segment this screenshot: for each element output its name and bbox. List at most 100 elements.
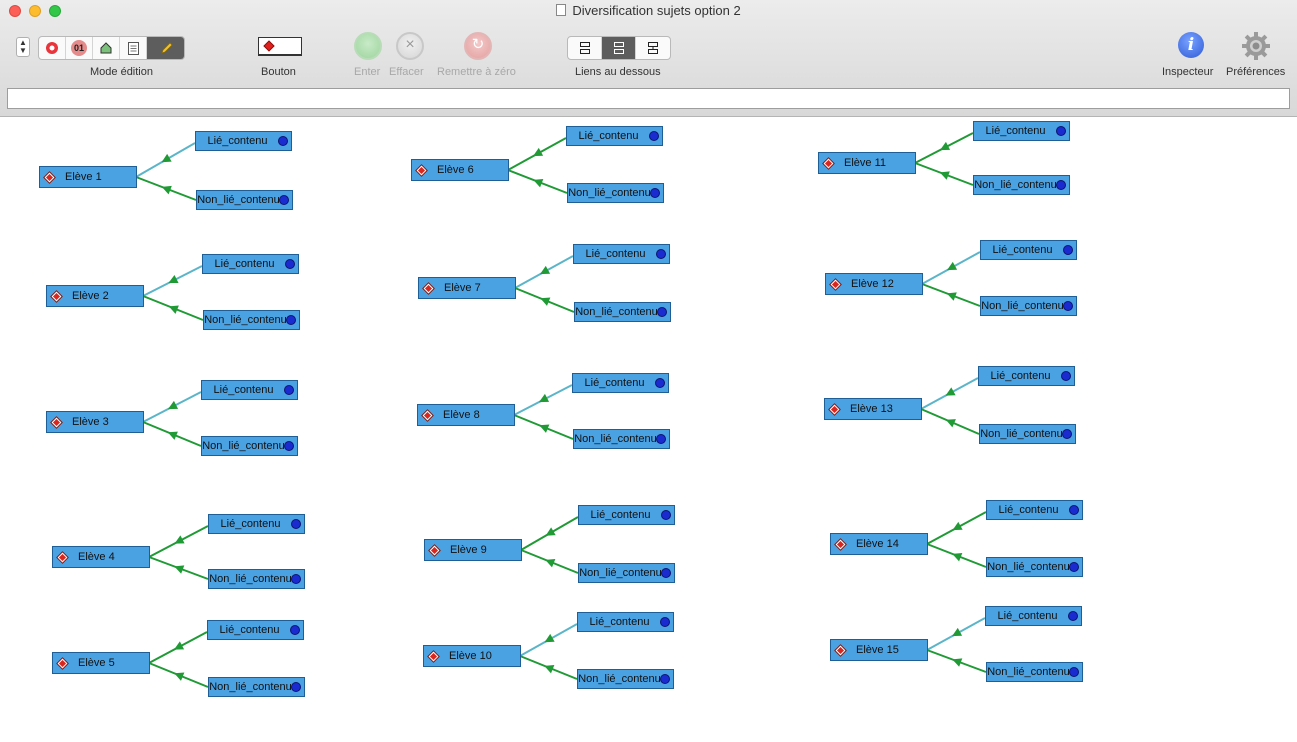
output-dot-icon — [656, 434, 666, 444]
unlinked-content-node[interactable]: Non_lié_contenu — [201, 436, 298, 456]
content-label: Non_lié_contenu — [202, 440, 285, 452]
unlinked-content-node[interactable]: Non_lié_contenu — [203, 310, 300, 330]
linked-content-node[interactable]: Lié_contenu — [201, 380, 298, 400]
output-dot-icon — [649, 131, 659, 141]
student-node[interactable]: Elève 2 — [46, 285, 144, 307]
student-name: Elève 9 — [450, 544, 487, 556]
student-node[interactable]: Elève 6 — [411, 159, 509, 181]
linked-content-node[interactable]: Lié_contenu — [566, 126, 663, 146]
content-label: Non_lié_contenu — [578, 673, 661, 685]
student-node[interactable]: Elève 5 — [52, 652, 150, 674]
linked-content-node[interactable]: Lié_contenu — [986, 500, 1083, 520]
edit-mode-button[interactable] — [147, 37, 184, 59]
student-node[interactable]: Elève 4 — [52, 546, 150, 568]
reset-button[interactable]: ↻ — [464, 32, 492, 60]
diamond-icon — [829, 404, 840, 414]
formula-field[interactable] — [7, 88, 1290, 109]
student-node[interactable]: Elève 14 — [830, 533, 928, 555]
output-dot-icon — [1056, 126, 1066, 136]
output-dot-icon — [655, 378, 665, 388]
unlinked-content-node[interactable]: Non_lié_contenu — [208, 677, 305, 697]
unlinked-content-node[interactable]: Non_lié_contenu — [573, 429, 670, 449]
mode-stepper[interactable]: ▲ ▼ — [16, 37, 30, 57]
linked-content-node[interactable]: Lié_contenu — [573, 244, 670, 264]
record-mode-button[interactable] — [39, 37, 66, 59]
unlinked-content-node[interactable]: Non_lié_contenu — [208, 569, 305, 589]
bouton-label: Bouton — [261, 66, 296, 78]
student-node[interactable]: Elève 10 — [423, 645, 521, 667]
student-node[interactable]: Elève 11 — [818, 152, 916, 174]
diamond-icon — [422, 410, 433, 420]
inspector-label: Inspecteur — [1162, 66, 1214, 78]
output-dot-icon — [278, 136, 288, 146]
mode-segmented-control: 01 — [38, 36, 185, 60]
output-dot-icon — [1069, 667, 1079, 677]
linked-content-node[interactable]: Lié_contenu — [973, 121, 1070, 141]
unlinked-content-node[interactable]: Non_lié_contenu — [578, 563, 675, 583]
unlinked-content-node[interactable]: Non_lié_contenu — [196, 190, 293, 210]
linked-content-node[interactable]: Lié_contenu — [980, 240, 1077, 260]
output-dot-icon — [284, 385, 294, 395]
diamond-icon — [428, 651, 439, 661]
output-dot-icon — [1061, 371, 1071, 381]
unlinked-content-node[interactable]: Non_lié_contenu — [567, 183, 664, 203]
content-label: Non_lié_contenu — [579, 567, 662, 579]
binary-mode-button[interactable]: 01 — [66, 37, 93, 59]
linked-content-node[interactable]: Lié_contenu — [978, 366, 1075, 386]
links-bottom-button[interactable] — [602, 37, 636, 59]
inspector-button[interactable]: i — [1178, 32, 1204, 58]
diamond-icon — [830, 279, 841, 289]
student-name: Elève 5 — [78, 657, 115, 669]
document-mode-button[interactable] — [120, 37, 147, 59]
student-node[interactable]: Elève 12 — [825, 273, 923, 295]
links-top-button[interactable] — [568, 37, 602, 59]
linked-content-node[interactable]: Lié_contenu — [577, 612, 674, 632]
student-node[interactable]: Elève 7 — [418, 277, 516, 299]
unlinked-content-node[interactable]: Non_lié_contenu — [574, 302, 671, 322]
clear-button[interactable]: × — [396, 32, 424, 60]
output-dot-icon — [656, 249, 666, 259]
student-node[interactable]: Elève 8 — [417, 404, 515, 426]
content-label: Lié_contenu — [214, 258, 275, 270]
button-tool[interactable] — [258, 37, 302, 56]
diamond-icon — [823, 158, 834, 168]
linked-content-node[interactable]: Lié_contenu — [202, 254, 299, 274]
shape-mode-button[interactable] — [93, 37, 120, 59]
enter-button[interactable] — [354, 32, 382, 60]
linked-content-node[interactable]: Lié_contenu — [208, 514, 305, 534]
student-node[interactable]: Elève 15 — [830, 639, 928, 661]
student-node[interactable]: Elève 3 — [46, 411, 144, 433]
linked-content-node[interactable]: Lié_contenu — [572, 373, 669, 393]
gear-icon[interactable] — [1241, 31, 1271, 61]
content-label: Lié_contenu — [990, 370, 1051, 382]
window-title-text: Diversification sujets option 2 — [572, 3, 741, 18]
binary-icon: 01 — [71, 40, 87, 56]
linked-content-node[interactable]: Lié_contenu — [207, 620, 304, 640]
unlinked-content-node[interactable]: Non_lié_contenu — [986, 662, 1083, 682]
student-node[interactable]: Elève 13 — [824, 398, 922, 420]
content-label: Lié_contenu — [213, 384, 274, 396]
unlinked-content-node[interactable]: Non_lié_contenu — [979, 424, 1076, 444]
diamond-icon — [423, 283, 434, 293]
linked-content-node[interactable]: Lié_contenu — [985, 606, 1082, 626]
unlinked-content-node[interactable]: Non_lié_contenu — [980, 296, 1077, 316]
unlinked-content-node[interactable]: Non_lié_contenu — [973, 175, 1070, 195]
content-label: Lié_contenu — [590, 509, 651, 521]
diagram-canvas[interactable]: Elève 1 Lié_contenu Non_lié_contenu Elève 2… — [0, 118, 1297, 742]
output-dot-icon — [285, 259, 295, 269]
student-name: Elève 4 — [78, 551, 115, 563]
student-node[interactable]: Elève 1 — [39, 166, 137, 188]
student-node[interactable]: Elève 9 — [424, 539, 522, 561]
content-label: Lié_contenu — [997, 610, 1058, 622]
app-window: Diversification sujets option 2 ▲ ▼ 01 Mo… — [0, 0, 1297, 742]
links-grid-button[interactable] — [636, 37, 670, 59]
output-dot-icon — [290, 625, 300, 635]
output-dot-icon — [284, 441, 294, 451]
content-label: Non_lié_contenu — [987, 561, 1070, 573]
linked-content-node[interactable]: Lié_contenu — [195, 131, 292, 151]
content-label: Non_lié_contenu — [981, 300, 1064, 312]
student-name: Elève 6 — [437, 164, 474, 176]
unlinked-content-node[interactable]: Non_lié_contenu — [986, 557, 1083, 577]
linked-content-node[interactable]: Lié_contenu — [578, 505, 675, 525]
unlinked-content-node[interactable]: Non_lié_contenu — [577, 669, 674, 689]
